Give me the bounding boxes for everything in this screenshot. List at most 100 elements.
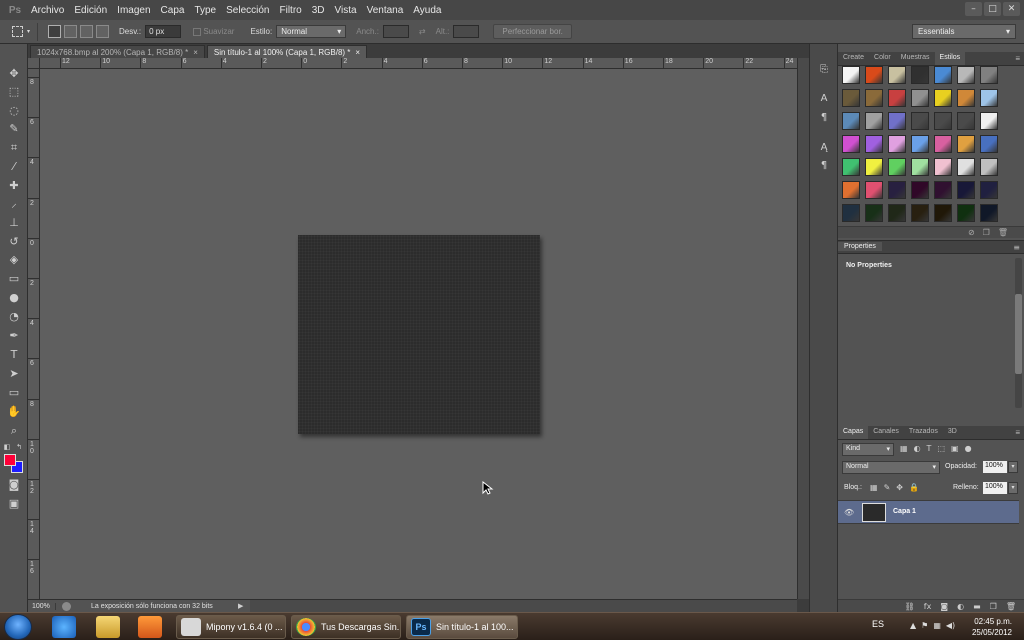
file-explorer-icon[interactable] (96, 616, 120, 638)
style-swatch[interactable] (865, 135, 883, 153)
quick-selection-tool-icon[interactable]: ✎ (5, 121, 23, 137)
pen-tool-icon[interactable]: ✒ (5, 328, 23, 344)
new-selection-button[interactable] (48, 25, 61, 38)
height-input[interactable] (453, 25, 480, 38)
foreground-color-swatch[interactable] (4, 454, 16, 466)
clear-style-icon[interactable]: ⊘ (968, 228, 975, 237)
style-swatch[interactable] (980, 158, 998, 176)
lasso-tool-icon[interactable]: ◌ (5, 103, 23, 119)
style-swatch[interactable] (957, 89, 975, 107)
status-menu-arrow[interactable]: ▶ (238, 602, 250, 610)
style-swatch[interactable] (980, 135, 998, 153)
style-swatch[interactable] (865, 204, 883, 222)
width-input[interactable] (382, 25, 409, 38)
clone-stamp-tool-icon[interactable]: ⊥ (5, 215, 23, 231)
style-swatch[interactable] (934, 112, 952, 130)
style-swatch[interactable] (842, 89, 860, 107)
style-swatch[interactable] (865, 181, 883, 199)
layer-style-icon[interactable]: fx (924, 602, 932, 611)
history-panel-icon[interactable]: ⎘ (816, 62, 832, 78)
tab-muestras[interactable]: Muestras (896, 52, 935, 65)
lock-position-icon[interactable]: ✥ (896, 483, 903, 492)
style-swatch[interactable] (911, 89, 929, 107)
info-icon[interactable] (62, 601, 71, 611)
style-swatch[interactable] (842, 66, 860, 84)
style-swatch[interactable] (957, 112, 975, 130)
style-swatch[interactable] (842, 135, 860, 153)
quick-mask-icon[interactable]: ◙ (5, 477, 23, 493)
layer-name[interactable]: Capa 1 (893, 508, 916, 515)
properties-title[interactable]: Properties (838, 242, 882, 251)
zoom-tool-icon[interactable]: ⌕ (5, 423, 23, 439)
style-swatch[interactable] (934, 66, 952, 84)
horizontal-scrollbar[interactable] (250, 599, 797, 612)
menu-seleccion[interactable]: Selección (221, 5, 274, 16)
visibility-eye-icon[interactable]: 👁 (844, 508, 854, 517)
horizontal-ruler[interactable]: 12 10 8 6 4 2 0 2 4 6 8 10 12 14 16 18 20 22 24 (40, 58, 797, 69)
crop-tool-icon[interactable]: ⌗ (5, 140, 23, 156)
close-button[interactable]: ✕ (1003, 2, 1020, 16)
style-swatch[interactable] (842, 158, 860, 176)
eraser-tool-icon[interactable]: ◈ (5, 252, 23, 268)
style-swatch[interactable] (911, 204, 929, 222)
tab-color[interactable]: Color (869, 52, 896, 65)
swap-dimensions-icon[interactable]: ⇄ (419, 27, 426, 36)
style-swatch[interactable] (980, 204, 998, 222)
style-swatch[interactable] (865, 89, 883, 107)
style-swatch[interactable] (911, 158, 929, 176)
menu-filtro[interactable]: Filtro (274, 5, 306, 16)
style-swatch[interactable] (957, 181, 975, 199)
dodge-tool-icon[interactable]: ◔ (5, 309, 23, 325)
style-swatch[interactable] (934, 89, 952, 107)
menu-imagen[interactable]: Imagen (112, 5, 155, 16)
tab-estilos[interactable]: Estilos (934, 52, 966, 65)
refine-edge-button[interactable]: Perfeccionar bor. (493, 24, 572, 39)
subtract-selection-button[interactable] (80, 25, 93, 38)
language-indicator[interactable]: ES (872, 619, 884, 629)
tab-trazados[interactable]: Trazados (904, 426, 943, 439)
style-swatch[interactable] (888, 112, 906, 130)
canvas-workspace[interactable] (40, 69, 797, 599)
feather-input[interactable]: 0 px (145, 25, 182, 38)
ruler-origin[interactable] (28, 58, 40, 69)
menu-capa[interactable]: Capa (156, 5, 190, 16)
fill-input[interactable]: 100% (983, 482, 1007, 494)
vertical-ruler[interactable]: 8 6 4 2 0 2 4 6 8 1 0 1 2 1 4 1 6 (28, 69, 40, 599)
healing-brush-tool-icon[interactable]: ✚ (5, 178, 23, 194)
style-swatch[interactable] (957, 158, 975, 176)
hand-tool-icon[interactable]: ✋ (5, 404, 23, 420)
intersect-selection-button[interactable] (96, 25, 109, 38)
adjustment-filter-icon[interactable]: ◐ (914, 444, 921, 453)
volume-icon[interactable]: ◀) (946, 621, 955, 630)
default-colors-icon[interactable]: ◧ (2, 439, 12, 455)
menu-type[interactable]: Type (189, 5, 221, 16)
link-layers-icon[interactable]: ⛓ (905, 602, 915, 611)
panel-menu-icon[interactable]: ≡ (1015, 54, 1020, 63)
style-swatch[interactable] (842, 112, 860, 130)
menu-ventana[interactable]: Ventana (362, 5, 409, 16)
close-tab-icon[interactable]: × (193, 48, 198, 57)
style-swatch[interactable] (865, 66, 883, 84)
type-tool-icon[interactable]: T (5, 347, 23, 363)
tab-1024x768[interactable]: 1024x768.bmp al 200% (Capa 1, RGB/8) * × (30, 45, 205, 58)
zoom-level[interactable]: 100% (28, 602, 56, 610)
filter-toggle-icon[interactable]: ● (965, 444, 972, 453)
style-select[interactable]: Normal ▾ (276, 25, 347, 38)
style-swatch[interactable] (980, 66, 998, 84)
taskbar-photoshop[interactable]: Ps Sin título-1 al 100... (406, 615, 518, 639)
style-swatch[interactable] (911, 112, 929, 130)
new-style-icon[interactable]: ❐ (983, 228, 990, 237)
close-tab-icon[interactable]: × (355, 48, 360, 57)
type-filter-icon[interactable]: T (927, 444, 932, 453)
layer-mask-icon[interactable]: ◙ (940, 602, 948, 611)
blend-mode-select[interactable]: Normal ▾ (842, 461, 940, 474)
style-swatch[interactable] (888, 89, 906, 107)
style-swatch[interactable] (888, 66, 906, 84)
marquee-tool-icon[interactable]: ⬚ (5, 84, 23, 100)
tab-create[interactable]: Create (838, 52, 869, 65)
history-brush-tool-icon[interactable]: ↺ (5, 234, 23, 250)
style-swatch[interactable] (911, 66, 929, 84)
character-styles-icon[interactable]: Ą (816, 140, 832, 156)
paragraph-styles-icon[interactable]: ¶ (816, 158, 832, 174)
tab-canales[interactable]: Canales (868, 426, 904, 439)
